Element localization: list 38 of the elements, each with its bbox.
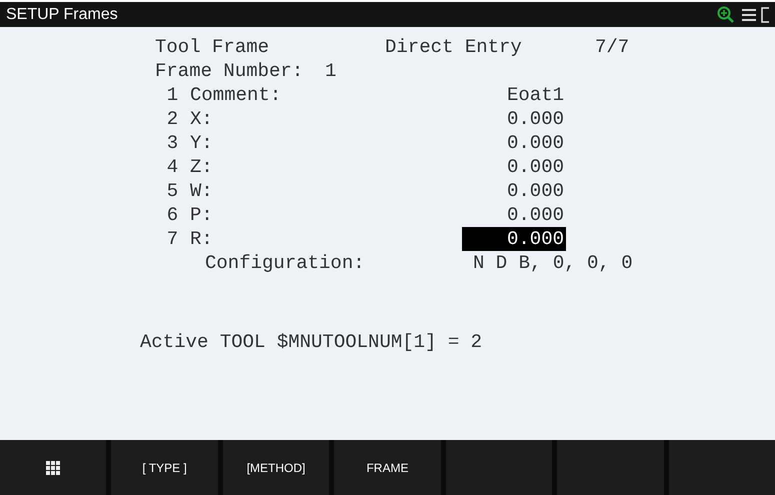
frame-number-label: Frame Number: xyxy=(155,59,304,83)
field-value[interactable]: 0.000 xyxy=(462,107,566,131)
window-title: SETUP Frames xyxy=(6,4,119,24)
field-label: Z: xyxy=(190,155,214,179)
frame-type-label: Tool Frame xyxy=(155,35,270,59)
configuration-value: N D B, 0, 0, 0 xyxy=(473,251,633,275)
field-label: W: xyxy=(190,179,214,203)
field-value[interactable]: 0.000 xyxy=(462,179,566,203)
window-icon[interactable] xyxy=(761,6,769,22)
function-key[interactable]: [ TYPE ] xyxy=(111,440,218,495)
field-label: Y: xyxy=(190,131,214,155)
grid-icon xyxy=(46,460,60,474)
field-value[interactable]: Eoat1 xyxy=(462,83,566,107)
menu-key[interactable] xyxy=(0,440,106,495)
field-label: R: xyxy=(190,227,214,251)
line-number: 3 xyxy=(166,131,180,155)
line-number: 6 xyxy=(166,203,180,227)
field-label: Comment: xyxy=(190,83,282,107)
field-value[interactable]: 0.000 xyxy=(462,131,566,155)
line-number: 2 xyxy=(166,107,180,131)
zoom-in-icon[interactable] xyxy=(717,6,735,24)
field-value[interactable]: 0.000 xyxy=(462,203,566,227)
function-key[interactable]: FRAME xyxy=(334,440,441,495)
page-indicator: 7/7 xyxy=(595,35,630,59)
method-label: Direct Entry xyxy=(385,35,523,59)
line-number: 4 xyxy=(166,155,180,179)
field-label: P: xyxy=(190,203,214,227)
field-value[interactable]: 0.000 xyxy=(462,227,566,251)
menu-icon[interactable] xyxy=(741,6,757,22)
line-number: 7 xyxy=(166,227,180,251)
status-line: Active TOOL $MNUTOOLNUM[1] = 2 xyxy=(140,330,482,354)
field-value[interactable]: 0.000 xyxy=(462,155,566,179)
function-key[interactable]: [METHOD] xyxy=(222,440,330,495)
line-number: 5 xyxy=(166,179,180,203)
frame-number-value: 1 xyxy=(325,59,336,83)
configuration-label: Configuration: xyxy=(205,251,366,275)
field-label: X: xyxy=(190,107,214,131)
line-number: 1 xyxy=(166,83,180,107)
